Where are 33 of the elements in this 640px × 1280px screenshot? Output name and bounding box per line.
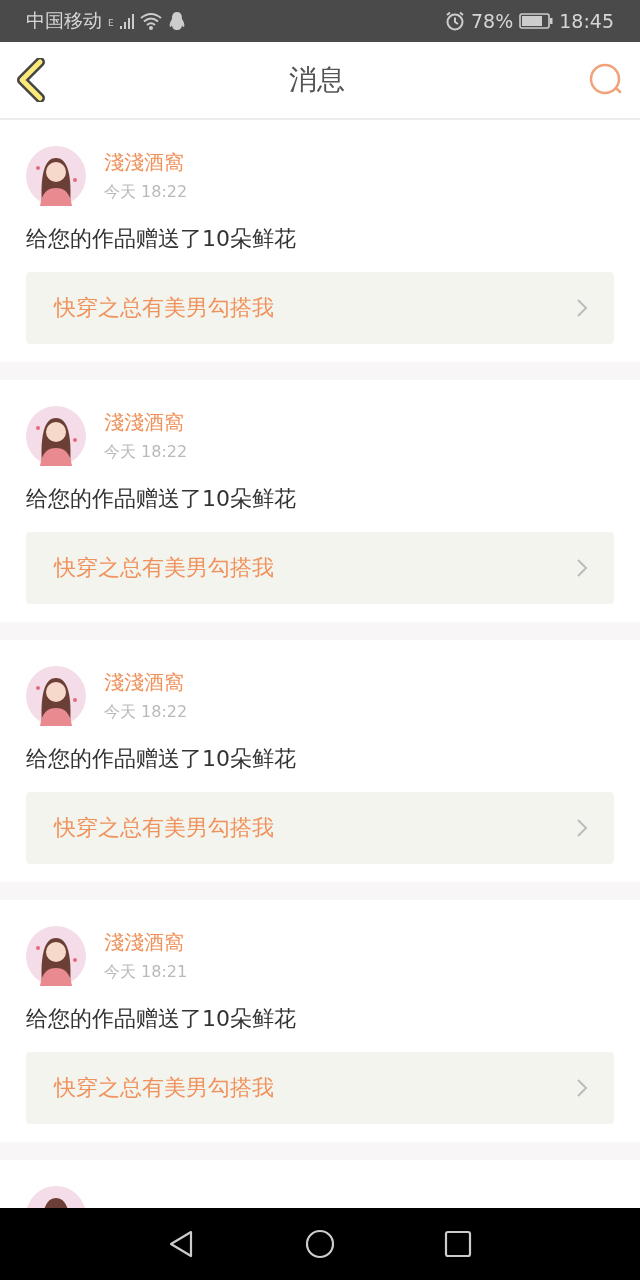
- battery-icon: [519, 13, 554, 29]
- chevron-right-icon: [576, 1078, 588, 1098]
- message-text: 给您的作品赠送了10朵鲜花: [26, 225, 297, 253]
- back-button[interactable]: [16, 58, 46, 102]
- sender-name[interactable]: 淺淺酒窩: [104, 669, 188, 696]
- book-link[interactable]: 快穿之总有美男勾搭我: [26, 1052, 614, 1124]
- message-time: 今天 18:22: [104, 702, 188, 723]
- message-time: 今天 18:22: [104, 442, 188, 463]
- battery-percent: 78%: [471, 10, 514, 32]
- message-time: 今天 18:22: [104, 182, 188, 203]
- alarm-icon: [445, 11, 465, 31]
- home-nav-icon[interactable]: [305, 1229, 335, 1259]
- clock-time: 18:45: [559, 10, 614, 32]
- book-link[interactable]: 快穿之总有美男勾搭我: [26, 532, 614, 604]
- message-text: 给您的作品赠送了10朵鲜花: [26, 485, 297, 513]
- sender-name[interactable]: 淺淺酒窩: [104, 149, 188, 176]
- sender-name[interactable]: 淺淺酒窩: [104, 929, 188, 956]
- message-time: 今天 18:21: [104, 962, 188, 983]
- book-link[interactable]: 快穿之总有美男勾搭我: [26, 272, 614, 344]
- page-title: 消息: [289, 62, 345, 98]
- message-text: 给您的作品赠送了10朵鲜花: [26, 745, 297, 773]
- chevron-right-icon: [576, 298, 588, 318]
- sender-name[interactable]: 淺淺酒窩: [104, 409, 188, 436]
- wifi-icon: [139, 12, 162, 30]
- book-link[interactable]: 快穿之总有美男勾搭我: [26, 792, 614, 864]
- recents-nav-icon[interactable]: [443, 1229, 473, 1259]
- chevron-right-icon: [576, 818, 588, 838]
- message-text: 给您的作品赠送了10朵鲜花: [26, 1005, 297, 1033]
- carrier-name: 中国移动: [26, 8, 102, 33]
- penguin-icon: [167, 11, 186, 31]
- signal-icon: [119, 13, 134, 29]
- network-type: E: [108, 18, 114, 28]
- chevron-right-icon: [576, 558, 588, 578]
